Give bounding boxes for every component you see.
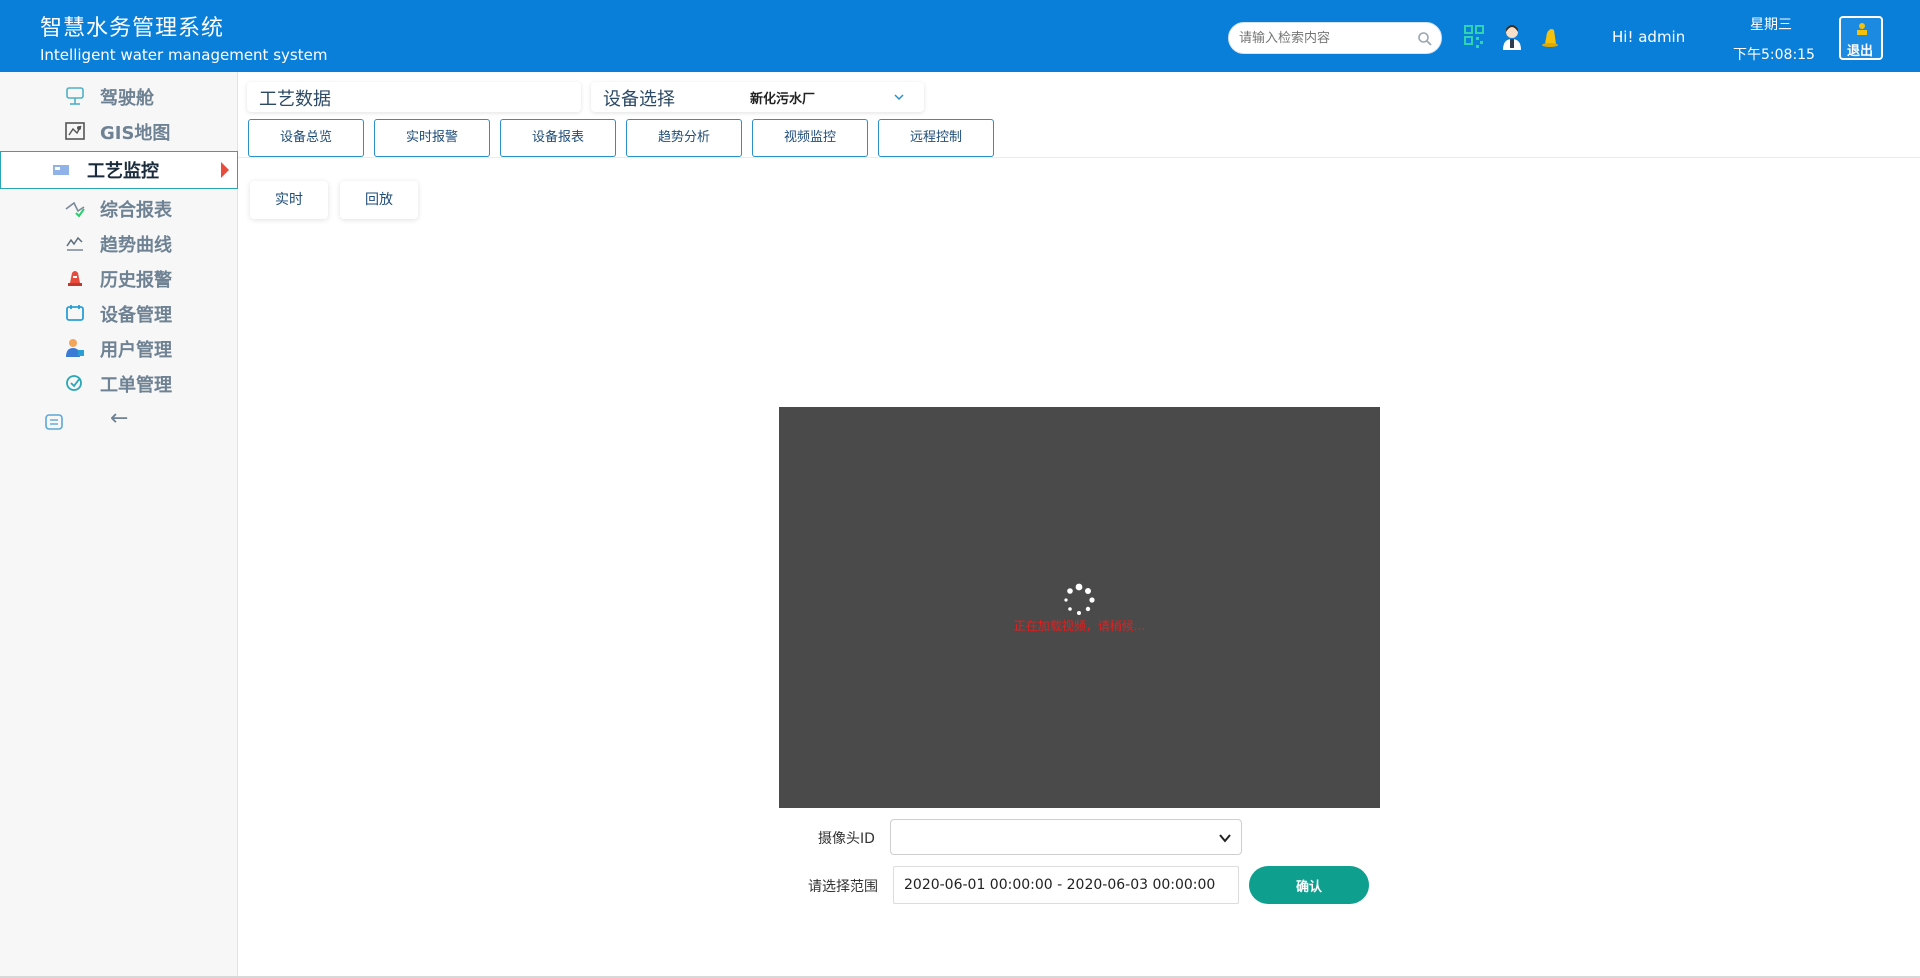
subtab-realtime[interactable]: 实时 bbox=[250, 181, 328, 219]
sidebar-item-label: 趋势曲线 bbox=[100, 235, 172, 256]
sidebar-item-gis-map[interactable]: GIS地图 bbox=[0, 114, 238, 148]
device-icon bbox=[66, 305, 84, 321]
process-data-label: 工艺数据 bbox=[259, 89, 331, 110]
sidebar: 驾驶舱 GIS地图 工艺监控 综合报表 趋势曲线 历史报警 设备管理 用户管理 … bbox=[0, 72, 238, 978]
logout-button[interactable]: 退出 bbox=[1839, 16, 1883, 60]
alarm-icon bbox=[68, 271, 82, 286]
clock-time: 下午5:08:15 bbox=[1733, 47, 1815, 63]
video-player[interactable]: 正在加载视频，请稍候... bbox=[779, 407, 1380, 808]
user-icon bbox=[66, 339, 84, 357]
sidebar-collapse-toggle[interactable]: ← bbox=[44, 406, 244, 434]
camera-id-select[interactable] bbox=[890, 819, 1242, 855]
sidebar-item-cockpit[interactable]: 驾驶舱 bbox=[0, 79, 238, 113]
sidebar-item-label: 工单管理 bbox=[100, 375, 172, 396]
sidebar-item-user-management[interactable]: 用户管理 bbox=[0, 331, 238, 365]
camera-id-label: 摄像头ID bbox=[818, 831, 875, 847]
system-subtitle: Intelligent water management system bbox=[40, 46, 328, 64]
map-icon bbox=[65, 122, 85, 140]
range-label: 请选择范围 bbox=[808, 879, 878, 895]
user-avatar-icon[interactable] bbox=[1500, 24, 1524, 50]
sidebar-item-history-alarm[interactable]: 历史报警 bbox=[0, 261, 238, 295]
logout-icon bbox=[1857, 23, 1867, 35]
cockpit-icon bbox=[66, 87, 84, 105]
tab-trend-analysis[interactable]: 趋势分析 bbox=[626, 119, 742, 157]
sidebar-item-trend[interactable]: 趋势曲线 bbox=[0, 226, 238, 260]
device-selected-value: 新化污水厂 bbox=[750, 92, 816, 107]
user-greeting: Hi! admin bbox=[1612, 28, 1686, 46]
chevron-down-icon bbox=[1219, 834, 1231, 843]
qr-code-icon[interactable] bbox=[1462, 24, 1486, 50]
sidebar-item-label: 工艺监控 bbox=[87, 161, 159, 182]
sidebar-item-label: 用户管理 bbox=[100, 340, 172, 361]
trend-icon bbox=[66, 236, 83, 251]
monitor-icon bbox=[53, 165, 69, 175]
device-select-dropdown[interactable]: 新化污水厂 bbox=[746, 84, 916, 110]
search-input[interactable] bbox=[1237, 27, 1407, 49]
weekday: 星期三 bbox=[1750, 17, 1792, 33]
search-box[interactable] bbox=[1228, 22, 1442, 54]
report-icon bbox=[65, 201, 85, 218]
sidebar-item-label: GIS地图 bbox=[100, 123, 171, 144]
sidebar-item-workorder[interactable]: 工单管理 bbox=[0, 366, 238, 400]
top-header: 智慧水务管理系统 Intelligent water management sy… bbox=[0, 0, 1920, 72]
workorder-icon bbox=[66, 375, 82, 391]
tab-device-report[interactable]: 设备报表 bbox=[500, 119, 616, 157]
active-arrow-icon bbox=[221, 162, 229, 178]
video-loading-message: 正在加载视频，请稍候... bbox=[1013, 619, 1146, 633]
collapse-menu-icon bbox=[45, 414, 63, 430]
confirm-button[interactable]: 确认 bbox=[1249, 866, 1369, 904]
content-divider bbox=[238, 157, 1920, 158]
loading-spinner-icon bbox=[1064, 583, 1095, 615]
subtab-playback[interactable]: 回放 bbox=[340, 181, 418, 219]
sidebar-item-label: 历史报警 bbox=[100, 270, 172, 291]
tab-video-monitor[interactable]: 视频监控 bbox=[752, 119, 868, 157]
tab-device-overview[interactable]: 设备总览 bbox=[248, 119, 364, 157]
tab-remote-control[interactable]: 远程控制 bbox=[878, 119, 994, 157]
process-data-card: 工艺数据 bbox=[247, 82, 581, 112]
chevron-down-icon bbox=[894, 94, 904, 101]
collapse-arrow-icon: ← bbox=[110, 406, 129, 431]
sidebar-item-label: 综合报表 bbox=[100, 200, 172, 221]
logout-label: 退出 bbox=[1847, 44, 1874, 59]
device-select-label: 设备选择 bbox=[603, 89, 675, 110]
date-range-input[interactable] bbox=[893, 866, 1239, 904]
sidebar-item-report[interactable]: 综合报表 bbox=[0, 191, 238, 225]
bell-icon[interactable] bbox=[1538, 24, 1562, 50]
sidebar-item-label: 驾驶舱 bbox=[100, 88, 154, 109]
sidebar-item-device-management[interactable]: 设备管理 bbox=[0, 296, 238, 330]
tab-realtime-alarm[interactable]: 实时报警 bbox=[374, 119, 490, 157]
sidebar-item-label: 设备管理 bbox=[100, 305, 172, 326]
sidebar-item-process-monitor[interactable]: 工艺监控 bbox=[0, 151, 238, 189]
system-title: 智慧水务管理系统 bbox=[40, 16, 225, 41]
search-icon[interactable] bbox=[1417, 31, 1433, 47]
